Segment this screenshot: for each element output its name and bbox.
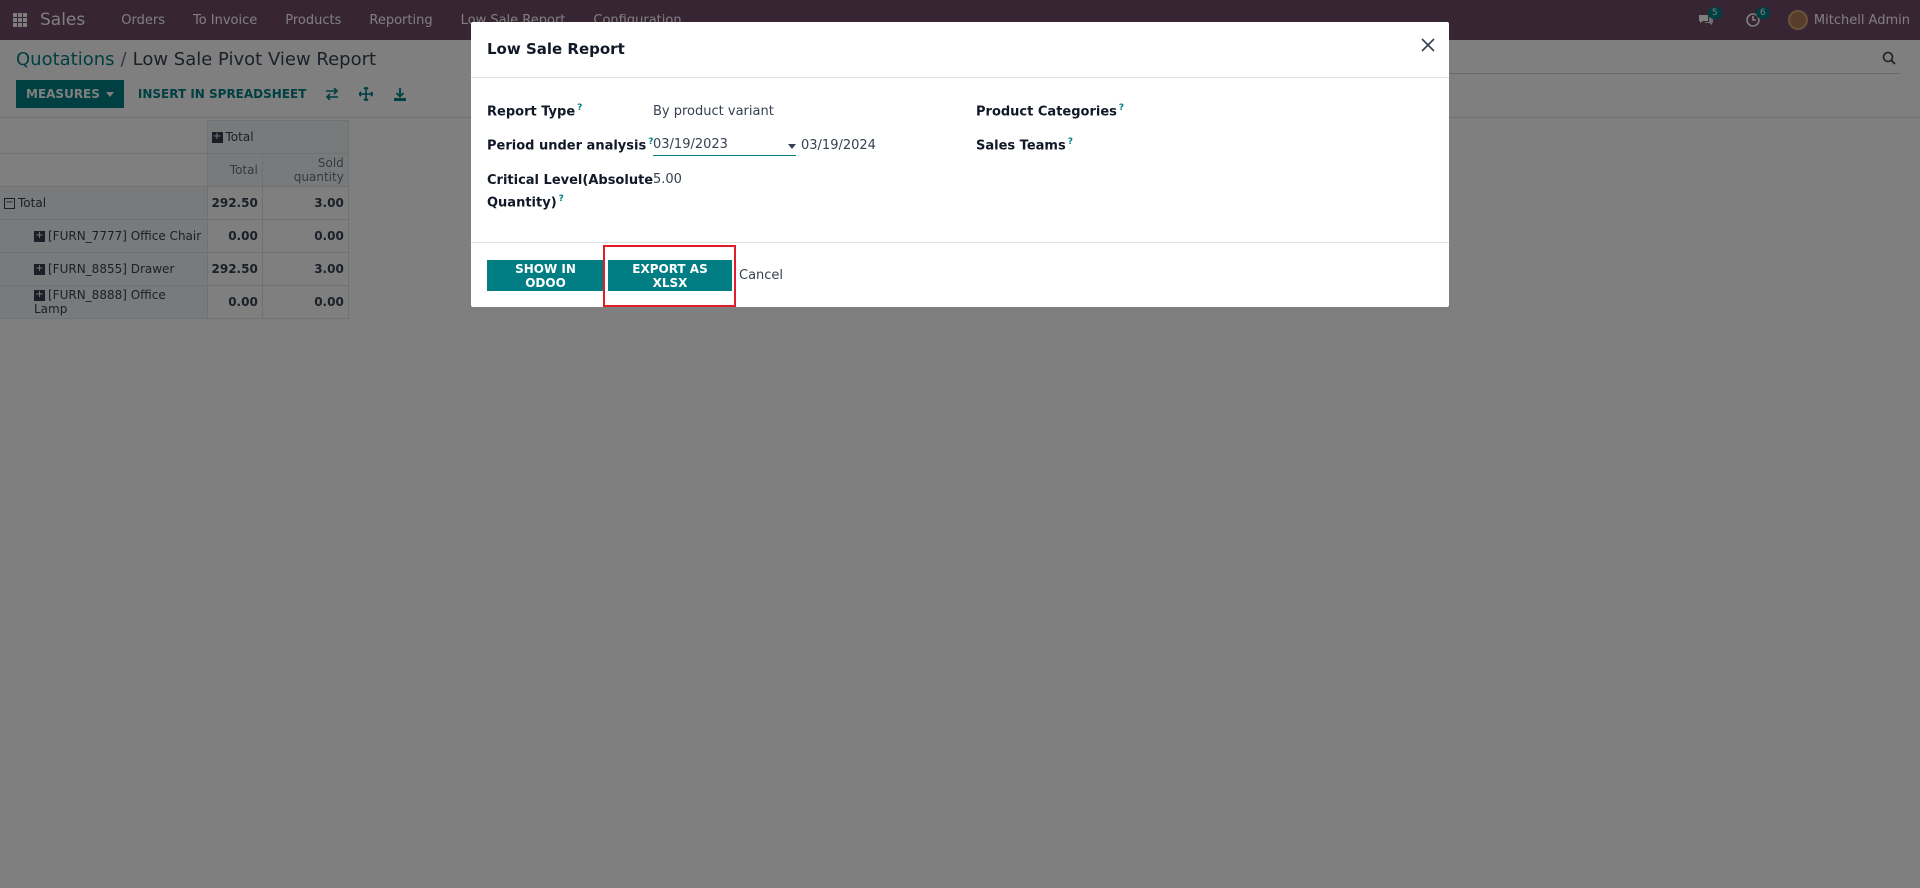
report-type-label: Report Type?	[487, 103, 583, 120]
modal-title: Low Sale Report	[487, 40, 625, 58]
help-icon[interactable]: ?	[577, 103, 582, 113]
modal-header: Low Sale Report	[471, 22, 1449, 78]
period-start-input[interactable]: 03/19/2023	[653, 134, 796, 156]
caret-down-icon	[788, 144, 796, 149]
critical-level-label: Critical Level(Absolute Quantity)?	[487, 173, 654, 211]
period-end-input[interactable]: 03/19/2024	[801, 138, 876, 153]
close-icon[interactable]	[1421, 38, 1435, 56]
show-in-odoo-button[interactable]: SHOW IN ODOO	[487, 260, 604, 291]
report-type-field[interactable]: By product variant	[653, 104, 774, 119]
help-icon[interactable]: ?	[1119, 103, 1124, 113]
highlight-box	[603, 245, 736, 307]
critical-level-field[interactable]: 5.00	[653, 172, 682, 187]
modal-body: Report Type? By product variant Period u…	[471, 78, 1449, 243]
product-categories-label: Product Categories?	[976, 103, 1125, 120]
sales-teams-label: Sales Teams?	[976, 137, 1073, 154]
cancel-button[interactable]: Cancel	[739, 260, 783, 291]
help-icon[interactable]: ?	[1068, 137, 1073, 147]
help-icon[interactable]: ?	[559, 194, 564, 204]
period-label: Period under analysis?	[487, 137, 654, 154]
